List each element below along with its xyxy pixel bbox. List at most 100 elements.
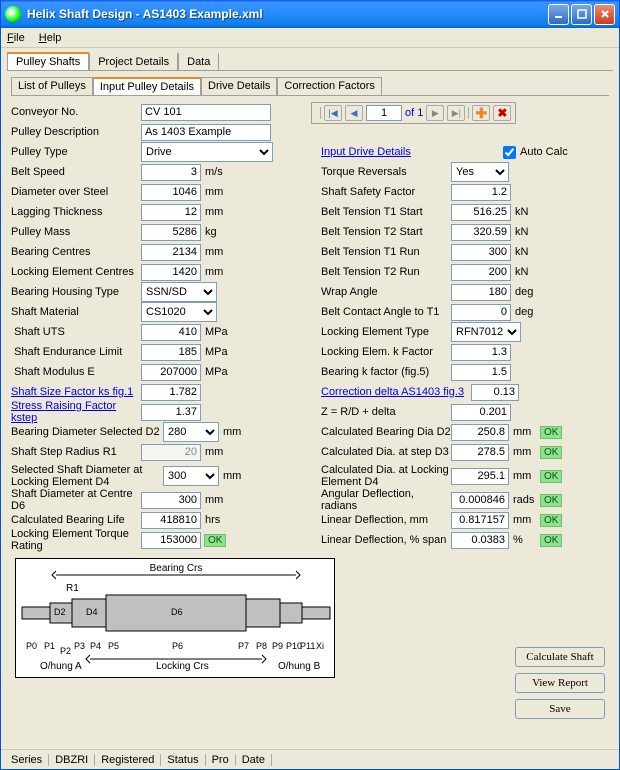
bearing-centres-input[interactable] — [141, 244, 201, 261]
locking-element-centres-input[interactable] — [141, 264, 201, 281]
shaft-uts-input[interactable] — [141, 324, 201, 341]
bearing-housing-type-select[interactable]: SSN/SD — [141, 282, 217, 302]
pulley-mass-input[interactable] — [141, 224, 201, 241]
bearing-k-factor-input[interactable] — [451, 364, 511, 381]
belt-speed-input[interactable] — [141, 164, 201, 181]
svg-text:P9: P9 — [272, 641, 283, 651]
outer-tabstrip: Pulley Shafts Project Details Data — [7, 52, 613, 71]
label-lagging-thickness: Lagging Thickness — [11, 206, 141, 218]
tab-input-pulley-details[interactable]: Input Pulley Details — [93, 77, 201, 95]
label-selected-shaft-diam-d4: Selected Shaft Diameter at Locking Eleme… — [11, 464, 163, 488]
shaft-endurance-limit-input[interactable] — [141, 344, 201, 361]
link-correction-delta[interactable]: Correction delta AS1403 fig.3 — [321, 386, 471, 398]
menu-help[interactable]: Help — [39, 32, 62, 44]
shaft-modulus-e-input[interactable] — [141, 364, 201, 381]
inner-tabstrip: List of Pulleys Input Pulley Details Dri… — [11, 77, 609, 96]
nav-delete-icon[interactable]: ✖ — [493, 105, 511, 121]
svg-text:P6: P6 — [172, 641, 183, 651]
label-diameter-over-steel: Diameter over Steel — [11, 186, 141, 198]
shaft-diam-centre-d6-input[interactable] — [141, 492, 201, 509]
ok-badge: OK — [204, 534, 226, 547]
menu-file[interactable]: File — [7, 32, 25, 44]
torque-reversals-select[interactable]: Yes — [451, 162, 509, 182]
nav-prev-icon[interactable]: ◀ — [345, 105, 363, 121]
label-linear-deflection-mm: Linear Deflection, mm — [321, 514, 451, 526]
label-locking-elem-k-factor: Locking Elem. k Factor — [321, 346, 451, 358]
label-belt-tension-t1-run: Belt Tension T1 Run — [321, 246, 451, 258]
link-shaft-size-factor[interactable]: Shaft Size Factor ks fig.1 — [11, 386, 141, 398]
diameter-over-steel-input[interactable] — [141, 184, 201, 201]
ok-badge: OK — [540, 514, 562, 527]
tab-data[interactable]: Data — [178, 52, 219, 70]
pulley-type-select[interactable]: Drive — [141, 142, 273, 162]
shaft-step-radius-r1-input — [141, 444, 201, 461]
svg-text:P1: P1 — [44, 641, 55, 651]
lock-elem-torque-rating-input[interactable] — [141, 532, 201, 549]
minimize-button[interactable] — [548, 4, 569, 25]
nav-last-icon[interactable]: ▶| — [447, 105, 465, 121]
locking-elem-k-factor-input[interactable] — [451, 344, 511, 361]
ok-badge: OK — [540, 534, 562, 547]
conveyor-no-input[interactable] — [141, 104, 271, 121]
correction-delta-input[interactable] — [471, 384, 519, 401]
tab-correction-factors[interactable]: Correction Factors — [277, 77, 381, 95]
svg-text:Locking Crs: Locking Crs — [156, 661, 209, 672]
label-wrap-angle: Wrap Angle — [321, 286, 451, 298]
locking-element-type-select[interactable]: RFN7012 — [451, 322, 521, 342]
selected-shaft-diam-d4-select[interactable]: 300 — [163, 466, 219, 486]
status-series: Series — [5, 754, 49, 766]
save-button[interactable]: Save — [515, 699, 605, 719]
label-shaft-material: Shaft Material — [11, 306, 141, 318]
auto-calc-checkbox[interactable] — [503, 146, 516, 159]
pulley-description-input[interactable] — [141, 124, 271, 141]
shaft-size-factor-input[interactable] — [141, 384, 201, 401]
calculate-shaft-button[interactable]: Calculate Shaft — [515, 647, 605, 667]
label-linear-deflection-pct: Linear Deflection, % span — [321, 534, 451, 546]
svg-text:O/hung B: O/hung B — [278, 661, 321, 672]
link-stress-raising-factor[interactable]: Stress Raising Factor kstep — [11, 400, 141, 424]
label-shaft-endurance-limit: Shaft Endurance Limit — [11, 346, 141, 358]
belt-contact-angle-t1-input[interactable] — [451, 304, 511, 321]
belt-tension-t1-start-input[interactable] — [451, 204, 511, 221]
diagram-bearing-crs: Bearing Crs — [150, 563, 203, 574]
tab-project-details[interactable]: Project Details — [89, 52, 178, 70]
calc-bearing-life-input[interactable] — [141, 512, 201, 529]
view-report-button[interactable]: View Report — [515, 673, 605, 693]
belt-tension-t2-run-input[interactable] — [451, 264, 511, 281]
svg-text:D4: D4 — [86, 607, 98, 617]
angular-deflection-input[interactable] — [451, 492, 509, 509]
unit-ms: m/s — [205, 166, 223, 178]
calc-dia-step-d3-input[interactable] — [451, 444, 509, 461]
belt-tension-t2-start-input[interactable] — [451, 224, 511, 241]
nav-next-icon[interactable]: ▶ — [426, 105, 444, 121]
lagging-thickness-input[interactable] — [141, 204, 201, 221]
close-button[interactable] — [594, 4, 615, 25]
calc-bearing-dia-d2-input[interactable] — [451, 424, 509, 441]
label-auto-calc: Auto Calc — [520, 146, 568, 158]
shaft-material-select[interactable]: CS1020 — [141, 302, 217, 322]
status-pro: Pro — [206, 754, 236, 766]
tab-drive-details[interactable]: Drive Details — [201, 77, 277, 95]
svg-text:P4: P4 — [90, 641, 101, 651]
bearing-diameter-d2-select[interactable]: 280 — [163, 422, 219, 442]
nav-page-input[interactable] — [366, 105, 402, 121]
label-angular-deflection: Angular Deflection, radians — [321, 488, 451, 512]
maximize-button[interactable] — [571, 4, 592, 25]
label-bearing-diameter-d2: Bearing Diameter Selected D2 — [11, 426, 163, 438]
tab-pulley-shafts[interactable]: Pulley Shafts — [7, 52, 89, 70]
link-input-drive-details[interactable]: Input Drive Details — [321, 146, 451, 158]
linear-deflection-pct-input[interactable] — [451, 532, 509, 549]
calc-dia-lock-d4-input[interactable] — [451, 468, 509, 485]
nav-add-icon[interactable]: ✚ — [472, 105, 490, 121]
window-title: Helix Shaft Design - AS1403 Example.xml — [27, 7, 548, 21]
tab-list-of-pulleys[interactable]: List of Pulleys — [11, 77, 93, 95]
shaft-safety-factor-input[interactable] — [451, 184, 511, 201]
ok-badge: OK — [540, 470, 562, 483]
label-pulley-mass: Pulley Mass — [11, 226, 141, 238]
stress-raising-factor-input[interactable] — [141, 404, 201, 421]
z-value-input[interactable] — [451, 404, 511, 421]
nav-first-icon[interactable]: |◀ — [324, 105, 342, 121]
linear-deflection-mm-input[interactable] — [451, 512, 509, 529]
belt-tension-t1-run-input[interactable] — [451, 244, 511, 261]
wrap-angle-input[interactable] — [451, 284, 511, 301]
